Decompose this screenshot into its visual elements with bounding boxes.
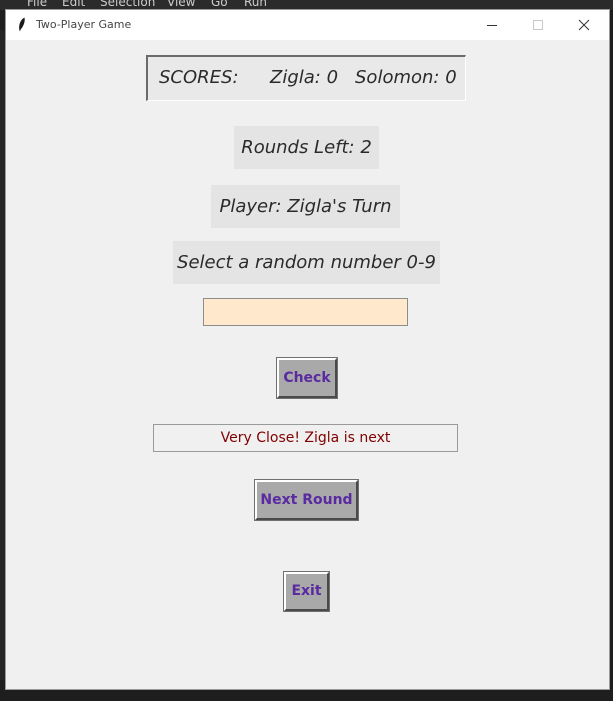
exit-button[interactable]: Exit	[284, 572, 329, 611]
background-menu-file: File	[27, 0, 48, 9]
check-button[interactable]: Check	[277, 358, 337, 398]
scores-display: SCORES: Zigla: 0 Solomon: 0	[146, 55, 466, 101]
player2-score: Solomon: 0	[355, 67, 457, 88]
maximize-button[interactable]	[515, 10, 561, 40]
player-turn-label: Player: Zigla's Turn	[211, 185, 400, 228]
guess-input[interactable]	[203, 298, 408, 326]
scores-label: SCORES:	[159, 67, 239, 88]
game-window: Two-Player Game SCORES: Zigla: 0 Solomon…	[5, 9, 610, 690]
instruction-label: Select a random number 0-9	[173, 241, 440, 284]
background-menu-selection: Selection	[100, 0, 156, 9]
close-button[interactable]	[561, 10, 607, 40]
player1-score: Zigla: 0	[270, 67, 339, 88]
background-menu-view: View	[167, 0, 196, 9]
feather-icon	[19, 17, 25, 32]
feedback-message: Very Close! Zigla is next	[153, 424, 458, 452]
rounds-left-label: Rounds Left: 2	[234, 126, 379, 169]
background-menu-go: Go	[211, 0, 228, 9]
maximize-icon	[533, 20, 543, 30]
title-bar[interactable]: Two-Player Game	[6, 10, 609, 40]
window-title: Two-Player Game	[36, 18, 132, 31]
background-menu-edit: Edit	[62, 0, 86, 9]
background-menu-run: Run	[244, 0, 268, 9]
next-round-button[interactable]: Next Round	[255, 480, 358, 520]
close-icon	[578, 19, 590, 31]
minimize-button[interactable]	[469, 10, 515, 40]
minimize-icon	[487, 25, 497, 26]
